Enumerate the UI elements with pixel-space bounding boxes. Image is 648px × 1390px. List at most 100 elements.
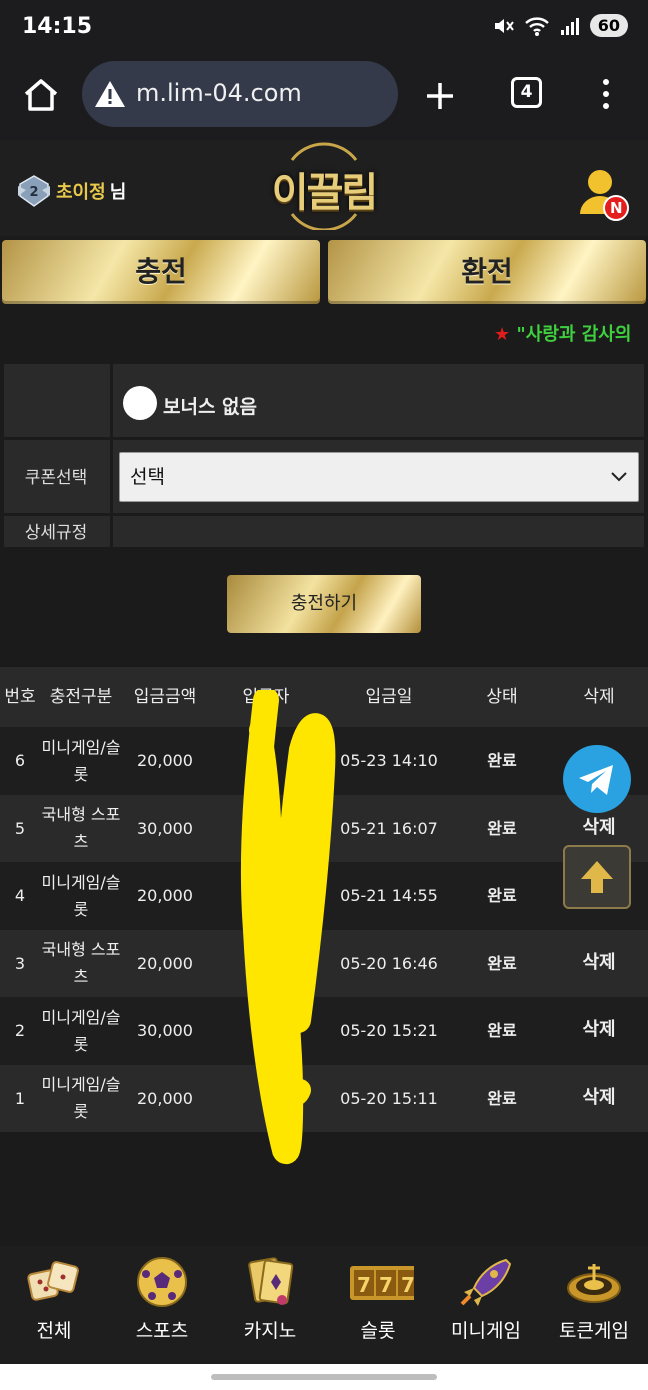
bonus-none-label[interactable]: 보너스 없음 [163, 392, 257, 419]
row-type: 미니게임/슬롯 [41, 737, 121, 784]
coupon-label: 쿠폰선택 [24, 468, 88, 488]
header-status: 상태 [486, 686, 518, 707]
nav-item-token-game[interactable]: 토큰게임 [540, 1246, 648, 1364]
home-icon[interactable] [22, 76, 60, 114]
signal-icon [560, 17, 579, 35]
marquee-text: "사랑과 감사의 [510, 324, 632, 345]
row-no: 1 [14, 1088, 26, 1108]
row-amount: 20,000 [137, 1088, 193, 1108]
more-menu-icon[interactable] [596, 76, 616, 116]
url-text[interactable]: m.lim-04.com [136, 79, 302, 107]
svg-text:2: 2 [29, 185, 38, 200]
status-time: 14:15 [22, 14, 93, 39]
roulette-icon [567, 1264, 621, 1303]
bonus-none-radio[interactable] [123, 386, 157, 420]
gesture-bar [0, 1364, 648, 1390]
row-date: 05-20 15:11 [340, 1088, 438, 1108]
slot-777-icon: 777 [350, 1266, 414, 1300]
header-date: 입금일 [365, 686, 413, 707]
coupon-row: 쿠폰선택 선택 [4, 440, 644, 516]
row-status: 완료 [487, 953, 517, 973]
nav-item-casino[interactable]: 카지노 [216, 1246, 324, 1364]
scroll-to-top-button[interactable] [563, 845, 631, 909]
row-amount: 20,000 [137, 886, 193, 906]
row-no: 2 [14, 1021, 26, 1041]
row-delete-button[interactable]: 삭제 [550, 1065, 648, 1133]
nav-label: 스포츠 [135, 1320, 189, 1342]
wifi-icon [524, 16, 549, 36]
row-delete-button[interactable]: 삭제 [550, 997, 648, 1065]
tab-switcher-button[interactable]: 4 [511, 77, 542, 108]
row-no: 3 [14, 953, 26, 973]
chevron-down-icon [610, 453, 628, 520]
rules-label: 상세규정 [24, 523, 88, 543]
notice-marquee: ★ "사랑과 감사의 [0, 318, 648, 348]
arrow-up-icon [581, 861, 613, 893]
site-logo[interactable]: 이끌림 [266, 142, 382, 232]
charge-tab[interactable]: 충전 [2, 240, 320, 304]
nav-item-slot[interactable]: 777 슬롯 [324, 1246, 432, 1364]
row-date: 05-21 14:55 [340, 886, 438, 906]
status-bar: 14:15 60 [0, 0, 648, 58]
telegram-icon [579, 765, 613, 795]
redaction-scribble [240, 690, 336, 1165]
logo-text: 이끌림 [271, 170, 378, 216]
row-type: 미니게임/슬롯 [41, 1075, 121, 1122]
bonus-row-label [4, 364, 108, 437]
cards-icon [248, 1257, 294, 1305]
row-status: 완료 [487, 818, 517, 838]
mute-icon [494, 18, 514, 33]
row-status: 완료 [487, 886, 517, 906]
row-type: 국내형 스포츠 [41, 805, 121, 852]
svg-text:7: 7 [401, 1273, 414, 1297]
notification-badge: N [610, 199, 623, 217]
submit-charge-button[interactable]: 충전하기 [227, 575, 421, 633]
user-name: 초이정 [56, 182, 106, 203]
header-delete: 삭제 [583, 686, 615, 707]
charge-exchange-tabs: 충전 환전 [0, 240, 648, 306]
nav-label: 전체 [36, 1320, 72, 1342]
rules-value [110, 516, 644, 547]
rocket-icon [460, 1258, 512, 1306]
row-amount: 20,000 [137, 751, 193, 771]
bottom-nav: 전체 스포츠 카지노 777 슬롯 미니게임 토큰게임 [0, 1246, 648, 1364]
nav-item-minigame[interactable]: 미니게임 [432, 1246, 540, 1364]
row-type: 국내형 스포츠 [41, 940, 121, 987]
row-delete-button[interactable]: 삭제 [550, 930, 648, 998]
row-status: 완료 [487, 751, 517, 771]
coupon-select[interactable]: 선택 [119, 452, 639, 502]
nav-item-all[interactable]: 전체 [0, 1246, 108, 1364]
address-bar[interactable]: m.lim-04.com [82, 61, 398, 127]
nav-item-sports[interactable]: 스포츠 [108, 1246, 216, 1364]
browser-toolbar: m.lim-04.com 4 [0, 58, 648, 140]
plus-icon [427, 83, 453, 109]
row-no: 4 [14, 886, 26, 906]
row-no: 5 [14, 818, 26, 838]
bonus-row: 보너스 없음 [4, 364, 644, 440]
charge-tab-label: 충전 [135, 255, 187, 288]
dice-icon [27, 1261, 79, 1301]
site-header: 2 초이정 님 이끌림 N [0, 140, 648, 236]
row-amount: 30,000 [137, 818, 193, 838]
bonus-row-value: 보너스 없음 [110, 364, 644, 437]
svg-text:7: 7 [379, 1273, 393, 1297]
user-profile-button[interactable]: N [578, 166, 630, 222]
row-date: 05-20 15:21 [340, 1021, 438, 1041]
marquee-text-wrap: ★ "사랑과 감사의 [494, 320, 631, 346]
charge-form: 보너스 없음 쿠폰선택 선택 상세규정 [4, 364, 644, 550]
new-tab-button[interactable] [424, 74, 456, 121]
status-icons: 60 [492, 14, 628, 37]
row-amount: 20,000 [137, 953, 193, 973]
row-date: 05-20 16:46 [340, 953, 438, 973]
user-greeting[interactable]: 2 초이정 님 [16, 174, 126, 208]
exchange-tab[interactable]: 환전 [328, 240, 646, 304]
nav-label: 슬롯 [360, 1320, 396, 1342]
warning-icon[interactable] [94, 79, 126, 109]
row-status: 완료 [487, 1088, 517, 1108]
row-type: 미니게임/슬롯 [41, 872, 121, 919]
exchange-tab-label: 환전 [461, 255, 513, 288]
battery-indicator: 60 [589, 14, 628, 37]
coupon-row-value: 선택 [110, 440, 644, 513]
row-amount: 30,000 [137, 1021, 193, 1041]
telegram-button[interactable] [563, 745, 631, 813]
